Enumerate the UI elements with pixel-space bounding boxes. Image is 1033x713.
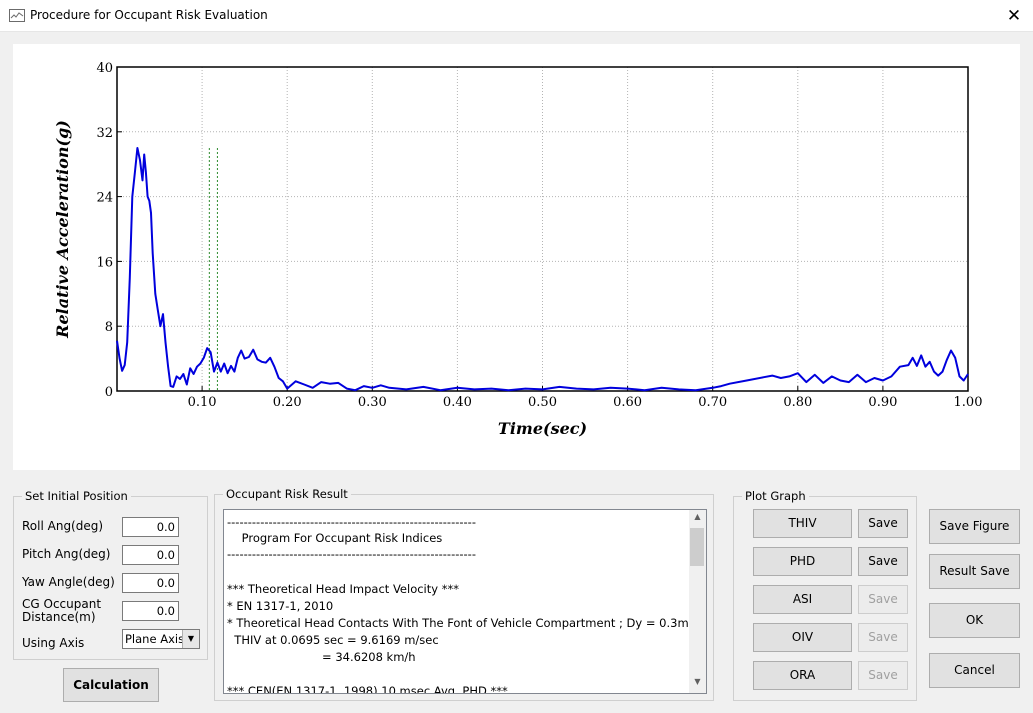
result-save-button[interactable]: Result Save [929, 554, 1020, 589]
axis-select[interactable]: Plane Axis ▼ [122, 629, 200, 649]
close-icon[interactable]: ✕ [996, 3, 1032, 29]
pitch-input[interactable]: 0.0 [122, 545, 179, 565]
x-tick-label: 0.10 [188, 395, 217, 410]
result-line: ----------------------------------------… [227, 547, 476, 561]
pitch-label: Pitch Ang(deg) [22, 547, 111, 561]
initial-position-title: Set Initial Position [22, 489, 131, 503]
roll-label: Roll Ang(deg) [22, 519, 104, 533]
asi-save-button[interactable]: Save [858, 585, 908, 614]
result-line: * EN 1317-1, 2010 [227, 599, 334, 613]
x-tick-label: 0.20 [273, 395, 302, 410]
result-line: *** Theoretical Head Impact Velocity *** [227, 582, 459, 596]
plot-area: 0.10 0.20 0.30 0.40 0.50 0.60 0.70 0.80 0.90 1.00… [13, 44, 1020, 470]
y-tick-label: 16 [96, 255, 113, 270]
chevron-down-icon[interactable]: ▼ [182, 630, 199, 648]
occupant-risk-textarea[interactable]: ----------------------------------------… [223, 509, 707, 694]
acceleration-chart: 0.10 0.20 0.30 0.40 0.50 0.60 0.70 0.80 0.90 1.00… [53, 61, 983, 438]
ok-button[interactable]: OK [929, 603, 1020, 638]
x-tick-label: 0.70 [698, 395, 727, 410]
scroll-up-icon[interactable]: ▲ [689, 512, 706, 526]
thiv-save-button[interactable]: Save [858, 509, 908, 538]
plot-graph-title: Plot Graph [742, 489, 809, 503]
save-figure-button[interactable]: Save Figure [929, 509, 1020, 544]
axis-label: Using Axis [22, 636, 85, 650]
x-tick-label: 1.00 [954, 395, 983, 410]
ora-plot-button[interactable]: ORA [753, 661, 852, 690]
x-tick-label: 0.50 [528, 395, 557, 410]
y-tick-label: 24 [96, 191, 113, 206]
scroll-down-icon[interactable]: ▼ [689, 677, 706, 691]
result-line: THIV at 0.0695 sec = 9.6169 m/sec [227, 633, 439, 647]
x-tick-label: 0.30 [358, 395, 387, 410]
result-line: *** CEN(EN 1317-1, 1998) 10 msec Avg. PH… [227, 684, 508, 694]
result-line: Program For Occupant Risk Indices [227, 531, 443, 545]
window-title: Procedure for Occupant Risk Evaluation [30, 8, 268, 22]
y-tick-label: 0 [105, 385, 113, 400]
y-tick-label: 8 [105, 320, 113, 335]
x-tick-label: 0.90 [868, 395, 897, 410]
cg-label-line2: Distance(m) [22, 610, 96, 624]
oiv-plot-button[interactable]: OIV [753, 623, 852, 652]
yaw-input[interactable]: 0.0 [122, 573, 179, 593]
phd-plot-button[interactable]: PHD [753, 547, 852, 576]
chart-app-icon [9, 9, 25, 22]
occupant-risk-title: Occupant Risk Result [223, 487, 351, 501]
vertical-scrollbar[interactable]: ▲ ▼ [689, 510, 706, 693]
result-line: = 34.6208 km/h [227, 650, 416, 664]
cg-distance-input[interactable]: 0.0 [122, 601, 179, 621]
roll-input[interactable]: 0.0 [122, 517, 179, 537]
yaw-label: Yaw Angle(deg) [22, 575, 115, 589]
oiv-save-button[interactable]: Save [858, 623, 908, 652]
ora-save-button[interactable]: Save [858, 661, 908, 690]
title-bar: Procedure for Occupant Risk Evaluation ✕ [0, 0, 1033, 32]
phd-save-button[interactable]: Save [858, 547, 908, 576]
x-tick-label: 0.60 [613, 395, 642, 410]
y-tick-label: 32 [96, 126, 113, 141]
result-line: * Theoretical Head Contacts With The Fon… [227, 616, 689, 630]
y-axis-label: Relative Acceleration(g) [53, 120, 72, 339]
scroll-thumb[interactable] [690, 528, 704, 566]
x-axis-label: Time(sec) [498, 419, 587, 438]
axis-select-value: Plane Axis [125, 632, 183, 646]
y-tick-label: 40 [96, 61, 113, 76]
asi-plot-button[interactable]: ASI [753, 585, 852, 614]
calculation-button[interactable]: Calculation [63, 668, 159, 702]
x-tick-label: 0.80 [783, 395, 812, 410]
thiv-plot-button[interactable]: THIV [753, 509, 852, 538]
x-tick-label: 0.40 [443, 395, 472, 410]
cancel-button[interactable]: Cancel [929, 653, 1020, 688]
result-line: ----------------------------------------… [227, 515, 476, 529]
